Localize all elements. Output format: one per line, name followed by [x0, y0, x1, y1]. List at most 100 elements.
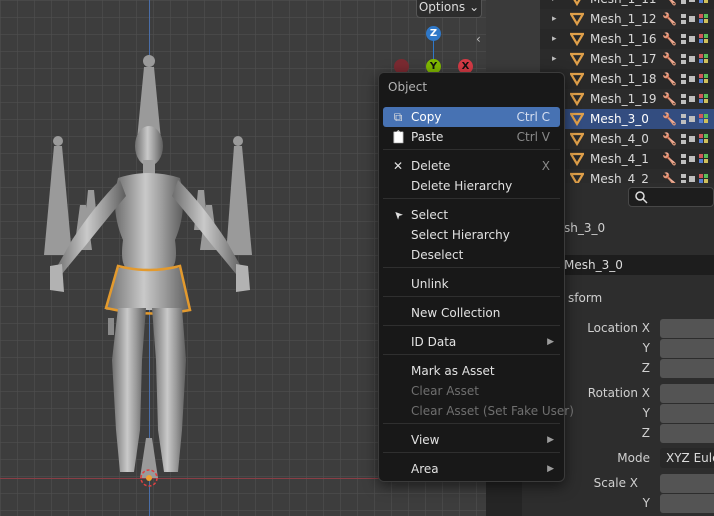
wrench-icon[interactable]: 🔧	[662, 152, 677, 166]
menu-item-label: View	[411, 433, 440, 447]
options-button[interactable]: Options ⌄	[416, 0, 482, 18]
outliner-item-name: Mesh_4_0	[590, 132, 649, 146]
wrench-icon[interactable]: 🔧	[662, 0, 677, 6]
expand-arrow-icon[interactable]: ▸	[552, 14, 564, 24]
location-y-field[interactable]	[660, 339, 714, 358]
scale-y-field[interactable]	[660, 494, 714, 513]
object-name-field[interactable]: Mesh_3_0	[552, 255, 714, 275]
menu-item-delete-hierarchy[interactable]: Delete Hierarchy	[383, 176, 560, 196]
menu-separator	[383, 452, 560, 453]
menu-item-label: Paste	[411, 130, 444, 144]
object-context-menu[interactable]: Object ⧉ Copy Ctrl C 📋 Paste Ctrl V ✕ Delete X De…	[378, 72, 574, 482]
copy-icon: ⧉	[393, 110, 403, 124]
menu-title: Object	[388, 80, 428, 94]
menu-separator	[383, 198, 560, 199]
mesh-object-icon	[569, 32, 585, 47]
expand-arrow-icon[interactable]: ▸	[552, 34, 564, 44]
mesh-data-icon[interactable]	[680, 53, 696, 65]
material-icon[interactable]	[698, 73, 712, 85]
location-x-field[interactable]	[660, 319, 714, 338]
outliner-row[interactable]: ▸Mesh_3_0🔧	[540, 109, 714, 129]
menu-item-area[interactable]: Area ▶	[383, 459, 560, 479]
outliner-item-name: Mesh_4_1	[590, 152, 649, 166]
outliner-row[interactable]: ▸ Mesh_1_12 🔧	[540, 9, 714, 29]
wrench-icon[interactable]: 🔧	[662, 92, 677, 106]
wrench-icon[interactable]: 🔧	[662, 32, 677, 46]
location-z-field[interactable]	[660, 359, 714, 378]
outliner-item-name: Mesh_3_0	[590, 112, 649, 126]
menu-item-select-hierarchy[interactable]: Select Hierarchy	[383, 225, 560, 245]
mesh-data-icon[interactable]	[680, 173, 696, 183]
mesh-object-icon	[569, 112, 585, 127]
scale-x-field[interactable]	[660, 474, 714, 493]
material-icon[interactable]	[698, 173, 712, 183]
menu-item-label: Unlink	[411, 277, 449, 291]
menu-item-clear-asset: Clear Asset	[383, 381, 560, 401]
material-icon[interactable]	[698, 33, 712, 45]
material-icon[interactable]	[698, 0, 712, 5]
wrench-icon[interactable]: 🔧	[662, 132, 677, 146]
wrench-icon[interactable]: 🔧	[662, 52, 677, 66]
menu-item-deselect[interactable]: Deselect	[383, 245, 560, 265]
wrench-icon[interactable]: 🔧	[662, 12, 677, 26]
gizmo-z-axis[interactable]: Z	[426, 26, 441, 41]
outliner-panel[interactable]: ▸Mesh_1_11🔧▸Mesh_1_12🔧▸Mesh_1_16🔧▸Mesh_1…	[540, 0, 714, 183]
menu-item-select[interactable]: ➤ Select	[383, 205, 560, 225]
expand-arrow-icon[interactable]: ▸	[552, 54, 564, 64]
menu-item-label: Select Hierarchy	[411, 228, 510, 242]
outliner-row[interactable]: ▸ Mesh_1_11🔧	[540, 0, 714, 9]
mesh-data-icon[interactable]	[680, 153, 696, 165]
outliner-row[interactable]: ▸Mesh_4_1🔧	[540, 149, 714, 169]
mesh-object-icon	[569, 152, 585, 167]
mesh-data-icon[interactable]	[680, 33, 696, 45]
menu-item-label: Copy	[411, 110, 442, 124]
menu-item-shortcut: Ctrl V	[516, 130, 550, 144]
location-x-label: Location X	[587, 321, 650, 335]
transform-section-title[interactable]: sform	[568, 291, 602, 305]
menu-item-label: Delete Hierarchy	[411, 179, 513, 193]
wrench-icon[interactable]: 🔧	[662, 112, 677, 126]
location-y-label: Y	[642, 341, 650, 355]
rotation-z-field[interactable]	[660, 424, 714, 443]
material-icon[interactable]	[698, 133, 712, 145]
material-icon[interactable]	[698, 53, 712, 65]
delete-icon: ✕	[392, 159, 404, 173]
menu-item-view[interactable]: View ▶	[383, 430, 560, 450]
menu-separator	[383, 423, 560, 424]
menu-item-label: Mark as Asset	[411, 364, 495, 378]
menu-item-unlink[interactable]: Unlink	[383, 274, 560, 294]
submenu-arrow-icon: ▶	[547, 435, 554, 445]
outliner-row[interactable]: ▸ Mesh_1_16 🔧	[540, 29, 714, 49]
wrench-icon[interactable]: 🔧	[662, 172, 677, 183]
menu-item-paste[interactable]: 📋 Paste Ctrl V	[383, 127, 560, 147]
expand-arrow-icon[interactable]: ▸	[552, 0, 564, 4]
mesh-data-icon[interactable]	[680, 133, 696, 145]
outliner-row[interactable]: ▸Mesh_4_2🔧	[540, 169, 714, 183]
menu-item-mark-as-asset[interactable]: Mark as Asset	[383, 361, 560, 381]
mesh-object-icon	[569, 172, 585, 183]
menu-item-copy[interactable]: ⧉ Copy Ctrl C	[383, 107, 560, 127]
material-icon[interactable]	[698, 13, 712, 25]
mesh-data-icon[interactable]	[680, 13, 696, 25]
mesh-data-icon[interactable]	[680, 113, 696, 125]
wrench-icon[interactable]: 🔧	[662, 72, 677, 86]
menu-item-id-data[interactable]: ID Data ▶	[383, 332, 560, 352]
mesh-data-icon[interactable]	[680, 0, 696, 5]
material-icon[interactable]	[698, 153, 712, 165]
mesh-data-icon[interactable]	[680, 73, 696, 85]
rotation-x-field[interactable]	[660, 384, 714, 403]
properties-search-input[interactable]	[628, 187, 714, 207]
outliner-row[interactable]: ▸Mesh_1_19🔧	[540, 89, 714, 109]
object-name-value: Mesh_3_0	[564, 258, 623, 272]
rotation-y-field[interactable]	[660, 404, 714, 423]
menu-item-new-collection[interactable]: New Collection	[383, 303, 560, 323]
material-icon[interactable]	[698, 113, 712, 125]
menu-item-delete[interactable]: ✕ Delete X	[383, 156, 560, 176]
rotation-mode-select[interactable]: XYZ Euler	[660, 448, 714, 468]
outliner-row[interactable]: ▸Mesh_4_0🔧	[540, 129, 714, 149]
mesh-data-icon[interactable]	[680, 93, 696, 105]
mesh-object-icon	[570, 0, 584, 7]
outliner-row[interactable]: ▸ Mesh_1_17 🔧	[540, 49, 714, 69]
outliner-row[interactable]: ▸Mesh_1_18🔧	[540, 69, 714, 89]
material-icon[interactable]	[698, 93, 712, 105]
